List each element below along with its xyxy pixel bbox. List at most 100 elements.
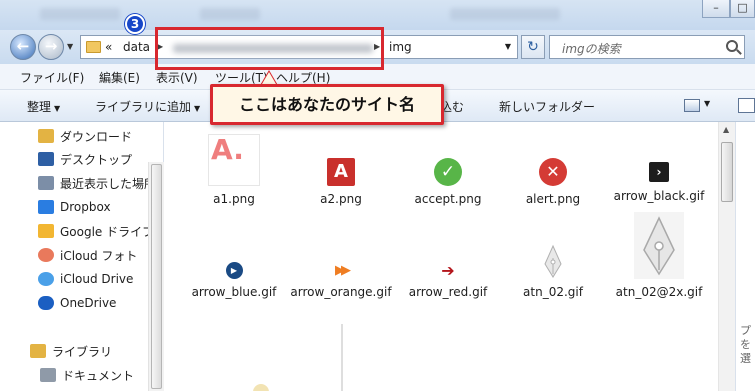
site-name-highlight-box (155, 27, 384, 70)
libraries-icon (30, 344, 46, 358)
preview-pane-text: プ を 選 (740, 324, 751, 365)
nav-item-desktop[interactable]: デスクトップ (38, 149, 132, 169)
nav-item-label: OneDrive (60, 296, 117, 310)
breadcrumb-img[interactable]: img (389, 40, 412, 54)
forward-button[interactable]: → (38, 34, 64, 60)
nav-item-downloads[interactable]: ダウンロード (38, 126, 132, 146)
file-item[interactable]: atn_02.gif (499, 244, 607, 300)
nav-item-label: iCloud フォト (60, 248, 138, 263)
nav-item-label: ドキュメント (62, 368, 135, 383)
blurred-title-text (450, 8, 560, 20)
file-list-pane: A. a1.png A a2.png ✓ accept.png ✕ alert.… (165, 122, 718, 391)
nav-item-icloud-drive[interactable]: iCloud Drive (38, 269, 133, 289)
file-name: arrow_orange.gif (290, 285, 392, 299)
nav-item-libraries[interactable]: ライブラリ (30, 341, 112, 361)
file-item[interactable]: ➔ arrow_red.gif (394, 262, 502, 300)
letter-a-pink-icon: A. (208, 133, 260, 186)
nav-item-label: 最近表示した場所 (60, 176, 157, 191)
chevron-down-icon: ▼ (194, 104, 201, 113)
recent-places-icon (38, 176, 54, 190)
breadcrumb-data[interactable]: data (123, 40, 150, 54)
change-view-icon[interactable] (684, 99, 700, 112)
chevron-down-icon: ▼ (54, 104, 61, 113)
blurred-title-text (40, 8, 120, 20)
file-list-scrollbar[interactable]: ▲ (718, 122, 735, 391)
menu-edit[interactable]: 編集(E) (99, 69, 140, 86)
nav-item-recent-places[interactable]: 最近表示した場所 (38, 173, 156, 193)
preview-pane-icon[interactable] (738, 98, 755, 113)
nav-item-label: iCloud Drive (60, 272, 134, 286)
recent-pages-dropdown[interactable]: ▼ (67, 42, 77, 52)
desktop-icon (38, 152, 54, 166)
file-list-scroll-thumb[interactable] (721, 142, 733, 202)
nav-item-documents[interactable]: ドキュメント (40, 365, 134, 385)
file-name: arrow_blue.gif (191, 285, 277, 299)
pen-nib-small-icon (541, 244, 565, 279)
organize-label: 整理 (27, 100, 52, 114)
folder-icon (86, 41, 101, 53)
file-item[interactable]: atn_02@2x.gif (605, 212, 713, 300)
file-item[interactable]: ✓ accept.png (394, 158, 502, 207)
nav-item-google-drive[interactable]: Google ドライブ (38, 221, 154, 241)
nav-item-label: Google ドライブ (60, 224, 155, 239)
pen-nib-large-icon (634, 212, 684, 279)
nav-item-label: ダウンロード (60, 129, 133, 144)
red-x-icon: ✕ (539, 158, 567, 186)
file-name: a2.png (320, 192, 362, 206)
nav-item-onedrive[interactable]: OneDrive (38, 293, 116, 313)
nav-item-label: Dropbox (60, 200, 111, 214)
back-button[interactable]: ← (10, 34, 36, 60)
download-folder-icon (38, 129, 54, 143)
file-item[interactable]: ▶▶ arrow_orange.gif (287, 262, 395, 300)
file-name: arrow_black.gif (613, 189, 705, 203)
file-item[interactable]: A a2.png (287, 158, 395, 207)
file-item[interactable]: › arrow_black.gif (605, 162, 713, 204)
file-name: a1.png (213, 192, 255, 206)
letter-a-red-icon: A (327, 158, 355, 186)
back-arrow-icon: ← (16, 37, 30, 55)
green-check-icon: ✓ (434, 158, 462, 186)
icloud-drive-icon (38, 272, 54, 286)
breadcrumb-overflow[interactable]: « (105, 40, 112, 54)
file-item[interactable]: ✕ alert.png (499, 158, 607, 207)
file-name: arrow_red.gif (408, 285, 488, 299)
menu-view[interactable]: 表示(V) (156, 69, 198, 86)
organize-button[interactable]: 整理 ▼ (27, 98, 60, 115)
black-arrow-icon: › (649, 162, 669, 182)
icloud-photos-icon (38, 248, 54, 262)
file-name: atn_02@2x.gif (615, 285, 703, 299)
new-folder-button[interactable]: 新しいフォルダー (499, 98, 595, 115)
menu-file[interactable]: ファイル(F) (20, 69, 84, 86)
nav-pane-scrollbar[interactable] (148, 162, 164, 391)
nav-item-icloud-photos[interactable]: iCloud フォト (38, 245, 137, 265)
partial-folder-icon (253, 384, 269, 391)
search-input[interactable]: imgの検索 (549, 35, 745, 59)
refresh-icon: ↻ (527, 39, 539, 55)
navigation-pane: ダウンロード デスクトップ 最近表示した場所 Dropbox Google ドラ… (0, 122, 164, 391)
search-placeholder: imgの検索 (562, 42, 621, 56)
blurred-title-text (200, 8, 260, 20)
file-name: alert.png (525, 192, 581, 206)
blue-play-icon: ▶ (225, 262, 243, 279)
address-dropdown-icon[interactable]: ▼ (505, 42, 511, 51)
onedrive-icon (38, 296, 54, 310)
view-options-dropdown-icon[interactable]: ▼ (704, 99, 710, 108)
minimize-button[interactable]: – (702, 0, 730, 18)
nav-item-dropbox[interactable]: Dropbox (38, 197, 111, 217)
nav-pane-scroll-thumb[interactable] (151, 164, 162, 389)
file-item[interactable]: A. a1.png (180, 133, 288, 207)
file-name: atn_02.gif (523, 285, 583, 299)
callout-label: ここはあなたのサイト名 (210, 84, 444, 125)
red-arrow-icon: ➔ (441, 261, 455, 280)
forward-arrow-icon: → (44, 37, 58, 55)
google-drive-icon (38, 224, 54, 238)
search-icon[interactable] (726, 40, 738, 52)
add-to-library-button[interactable]: ライブラリに追加 ▼ (95, 98, 200, 115)
scroll-up-icon[interactable]: ▲ (723, 125, 729, 134)
file-item[interactable]: ▶ arrow_blue.gif (180, 262, 288, 300)
refresh-button[interactable]: ↻ (521, 35, 545, 59)
documents-icon (40, 368, 56, 382)
dropbox-icon (38, 200, 54, 214)
maximize-button[interactable]: □ (730, 0, 755, 18)
add-to-library-label: ライブラリに追加 (95, 100, 192, 114)
